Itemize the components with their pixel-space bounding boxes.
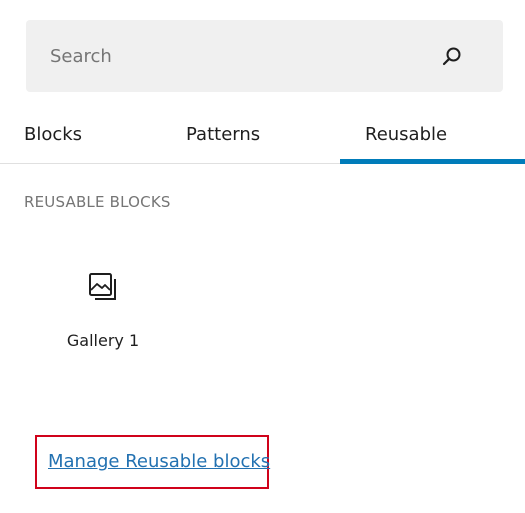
active-tab-indicator	[340, 159, 525, 164]
section-heading: REUSABLE BLOCKS	[24, 193, 171, 211]
search-icon[interactable]	[440, 44, 464, 68]
tab-blocks[interactable]: Blocks	[24, 104, 174, 164]
block-inserter-panel: Blocks Patterns Reusable REUSABLE BLOCKS…	[0, 0, 525, 513]
tab-reusable[interactable]: Reusable	[340, 104, 525, 164]
gallery-icon	[87, 271, 119, 303]
block-label: Gallery 1	[66, 331, 140, 350]
tab-patterns[interactable]: Patterns	[186, 104, 336, 164]
inserter-tabs: Blocks Patterns Reusable	[0, 104, 525, 164]
manage-reusable-blocks-link[interactable]: Manage Reusable blocks	[48, 451, 270, 472]
search-input[interactable]	[26, 20, 426, 92]
reusable-block-item[interactable]: Gallery 1	[40, 255, 166, 365]
search-box	[26, 20, 503, 92]
tab-patterns-label: Patterns	[186, 123, 261, 145]
tab-reusable-label: Reusable	[365, 123, 448, 145]
tab-blocks-label: Blocks	[24, 123, 83, 145]
